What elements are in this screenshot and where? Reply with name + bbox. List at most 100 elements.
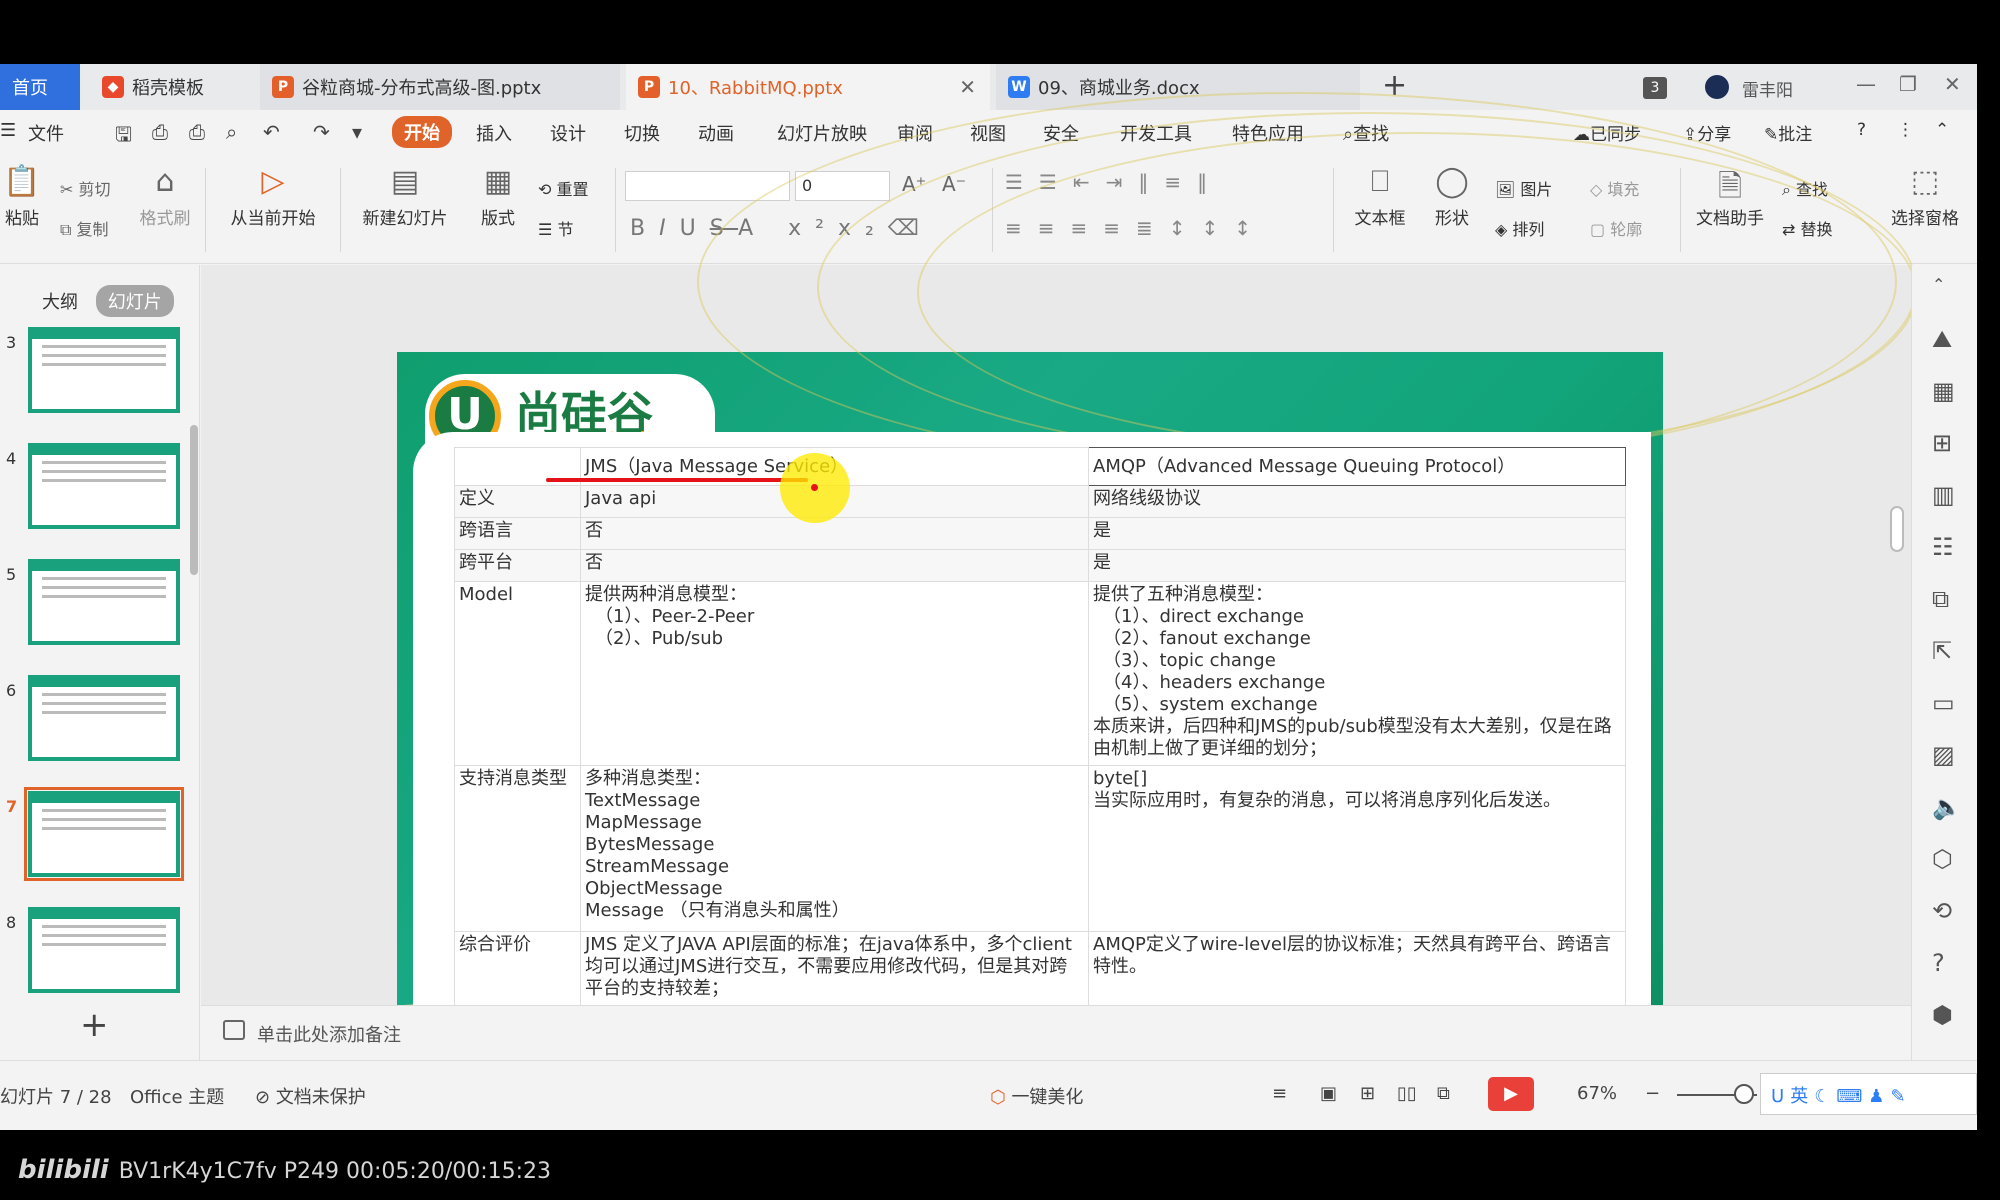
panel-collapse-icon[interactable]: ⌃ xyxy=(1932,275,1945,294)
cut-button[interactable]: ✂ 剪切 xyxy=(60,176,111,200)
slide-thumbnail-selected[interactable]: 7 xyxy=(0,787,190,881)
menu-design[interactable]: 设计 xyxy=(550,120,586,146)
more-icon[interactable]: ⋮ xyxy=(1897,120,1914,140)
reading-view-icon[interactable]: ▯▯ xyxy=(1397,1083,1417,1104)
window-count-badge[interactable]: 3 xyxy=(1643,77,1667,99)
menu-transitions[interactable]: 切换 xyxy=(624,120,660,146)
slide-thumbnail[interactable]: 6 xyxy=(0,675,190,765)
save-icon[interactable]: 🖫 xyxy=(115,120,132,154)
notes-placeholder[interactable]: 单击此处添加备注 xyxy=(257,1021,401,1047)
tab-slides[interactable]: 幻灯片 xyxy=(95,285,174,317)
presenter-view-icon[interactable]: ⧉ xyxy=(1437,1083,1450,1104)
table-icon[interactable]: ▦ xyxy=(1932,377,1955,405)
tab-document-ppt-active[interactable]: P 10、RabbitMQ.pptx ✕ xyxy=(626,64,990,110)
copy-button[interactable]: ⧉ 复制 xyxy=(60,216,109,240)
text-line: byte[] xyxy=(1093,768,1148,789)
play-icon: ▶ xyxy=(1504,1083,1518,1104)
tab-docer-templates[interactable]: ◆ 稻壳模板 xyxy=(90,64,250,110)
transition-icon[interactable]: ⬡ xyxy=(1932,845,1953,873)
menu-file[interactable]: 文件 xyxy=(28,120,64,146)
new-slide-button[interactable]: ▤ 新建幻灯片 xyxy=(350,164,460,229)
print-preview-icon[interactable]: ⌕ xyxy=(226,120,237,144)
slide-thumbnail[interactable]: 4 xyxy=(0,443,190,533)
beautify-button[interactable]: ⬡ 一键美化 xyxy=(990,1083,1083,1109)
undo-icon[interactable]: ↶ xyxy=(263,120,280,144)
zoom-out-icon[interactable]: − xyxy=(1645,1083,1660,1104)
theme-name[interactable]: Office 主题 xyxy=(130,1083,224,1109)
box-icon[interactable]: ⬢ xyxy=(1932,1001,1953,1029)
slide-number: 7 xyxy=(6,797,18,816)
tab-home[interactable]: 首页 xyxy=(0,64,80,110)
close-tab-icon[interactable]: ✕ xyxy=(959,75,976,99)
slide-sorter-icon[interactable]: ⊞ xyxy=(1360,1083,1375,1104)
text-line: （3）、topic change xyxy=(1103,650,1276,671)
user-name[interactable]: 雷丰阳 xyxy=(1742,76,1793,101)
table-row: Model 提供两种消息模型： （1）、Peer-2-Peer （2）、Pub/… xyxy=(454,581,1626,766)
tab-document-ppt-1[interactable]: P 谷粒商城-分布式高级-图.pptx xyxy=(260,64,620,110)
beautify-icon: ⬡ xyxy=(990,1087,1012,1108)
workspace-scrollbar[interactable] xyxy=(1888,286,1904,1006)
archive-icon[interactable]: ▭ xyxy=(1932,689,1955,717)
tab-template-label: 稻壳模板 xyxy=(132,78,204,99)
notes-pane[interactable]: 单击此处添加备注 xyxy=(201,1005,1911,1060)
panel-scrollbar[interactable] xyxy=(190,425,198,575)
slide-thumbnail[interactable]: 3 xyxy=(0,327,190,417)
share-export-icon[interactable]: ⇱ xyxy=(1932,637,1952,665)
redo-icon[interactable]: ↷ xyxy=(313,120,330,144)
copy-format-icon[interactable]: ⧉ xyxy=(1932,585,1949,613)
history-icon[interactable]: ⟲ xyxy=(1932,897,1952,925)
text-line: 当实际应用时，有复杂的消息，可以将消息序列化后发送。 xyxy=(1093,790,1561,811)
menu-animations[interactable]: 动画 xyxy=(698,120,734,146)
audio-icon[interactable]: 🔈 xyxy=(1932,793,1962,821)
print-icon[interactable]: ⎙ xyxy=(189,120,205,144)
scrollbar-thumb[interactable] xyxy=(1890,506,1904,552)
customize-quick-icon[interactable]: ▾ xyxy=(352,120,362,144)
add-slide-plus-icon[interactable]: + xyxy=(80,1005,109,1045)
reset-button[interactable]: ⟲ 重置 xyxy=(538,176,589,200)
slide-thumbnail[interactable]: 8 xyxy=(0,907,190,997)
text-line: （2）、fanout exchange xyxy=(1103,628,1311,649)
layout-button[interactable]: ▦ 版式 xyxy=(468,164,528,229)
selection-pane-button[interactable]: ⬚ 选择窗格 xyxy=(1885,164,1965,229)
ime-tools-icon[interactable]: ☾⌨♟✎ xyxy=(1814,1086,1911,1107)
help-icon[interactable]: ? xyxy=(1857,120,1866,140)
paste-button[interactable]: 📋 粘贴 xyxy=(0,164,44,229)
current-slide[interactable]: U 尚硅谷 www.atguigu.com JMS（Java Message S… xyxy=(197,92,1917,1130)
notes-toggle-icon[interactable]: ≡ xyxy=(1272,1083,1287,1104)
zoom-slider-knob[interactable] xyxy=(1734,1084,1754,1104)
help-circle-icon[interactable]: ? xyxy=(1932,949,1945,977)
restore-icon[interactable]: ❐ xyxy=(1899,72,1917,96)
export-icon[interactable]: ⎙ xyxy=(152,120,168,144)
menu-home[interactable]: 开始 xyxy=(392,116,452,148)
zoom-level[interactable]: 67% xyxy=(1577,1083,1617,1104)
table-cell: 否 xyxy=(580,517,1089,550)
slide-thumbnail[interactable]: 5 xyxy=(0,559,190,649)
annotate-button[interactable]: ✎批注 xyxy=(1764,120,1812,145)
panel-tabs: 大纲 幻灯片 xyxy=(30,285,174,317)
hamburger-icon[interactable]: ☰ xyxy=(0,120,16,141)
input-method-bar[interactable]: U英☾⌨♟✎ xyxy=(1760,1073,1977,1115)
image-icon[interactable]: ▨ xyxy=(1932,741,1955,769)
comparison-table[interactable]: JMS（Java Message Service） AMQP（Advanced … xyxy=(454,447,1626,1008)
decorative-wave xyxy=(917,132,1917,452)
close-window-icon[interactable]: ✕ xyxy=(1944,72,1961,96)
play-slideshow-button[interactable]: ▶ xyxy=(1488,1077,1534,1111)
layout-grid-icon[interactable]: ⊞ xyxy=(1932,429,1952,457)
slide-number: 6 xyxy=(6,681,17,700)
chart-icon[interactable]: ▥ xyxy=(1932,481,1955,509)
minimize-icon[interactable]: — xyxy=(1856,72,1876,96)
menu-slideshow[interactable]: 幻灯片放映 xyxy=(777,120,867,146)
collapse-ribbon-icon[interactable]: ⌃ xyxy=(1935,120,1949,140)
play-from-current-button[interactable]: ▷ 从当前开始 xyxy=(218,164,328,229)
format-painter-button[interactable]: ⌂ 格式刷 xyxy=(135,164,195,229)
normal-view-icon[interactable]: ▣ xyxy=(1320,1083,1337,1104)
section-button[interactable]: ☰ 节 xyxy=(538,216,573,240)
settings-sliders-icon[interactable]: ☷ xyxy=(1932,533,1954,561)
user-avatar[interactable] xyxy=(1705,75,1729,99)
menu-insert[interactable]: 插入 xyxy=(476,120,512,146)
protect-status[interactable]: ⊘ 文档未保护 xyxy=(255,1083,366,1109)
object-props-icon[interactable]: ⛰ xyxy=(1932,325,1952,353)
tab-outline[interactable]: 大纲 xyxy=(30,285,90,317)
slide-number: 4 xyxy=(6,449,17,468)
ime-language[interactable]: 英 xyxy=(1790,1086,1814,1107)
